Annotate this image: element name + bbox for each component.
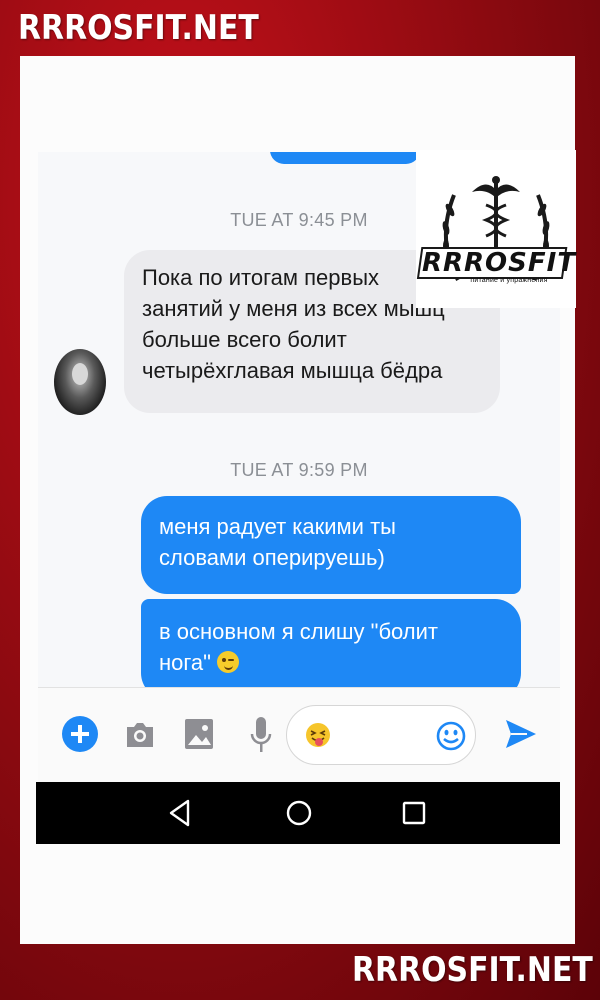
message-line: словами оперируешь) — [159, 545, 385, 570]
message-line: больше всего болит — [142, 327, 347, 352]
camera-icon[interactable] — [124, 721, 156, 754]
tongue-out-emoji[interactable] — [305, 722, 331, 748]
timestamp: TUE AT 9:59 PM — [230, 460, 368, 480]
outgoing-message[interactable]: меня радует какими ты словами оперируешь… — [141, 496, 521, 594]
winking-face-emoji — [216, 651, 239, 673]
android-nav-bar — [36, 782, 560, 844]
previous-message-bubble — [270, 152, 420, 164]
plus-icon[interactable] — [62, 716, 98, 752]
outgoing-message[interactable]: в основном я слишу "болит нога" — [141, 599, 521, 699]
message-input[interactable] — [286, 705, 476, 765]
back-icon[interactable] — [168, 799, 192, 832]
message-line: нога" — [159, 650, 211, 675]
message-line: четырёхглавая мышца бёдра — [142, 358, 443, 383]
smiley-icon[interactable] — [435, 720, 467, 757]
rrrosfit-logo: RRROSFIT питание и упражнения — [416, 150, 576, 308]
caduceus-emblem-icon — [416, 176, 568, 281]
logo-name: RRROSFIT — [422, 248, 577, 278]
image-icon[interactable] — [184, 718, 214, 755]
logo-tagline: питание и упражнения — [470, 277, 548, 284]
recents-icon[interactable] — [402, 801, 426, 830]
message-line: меня радует какими ты — [159, 514, 396, 539]
microphone-icon[interactable] — [250, 716, 272, 759]
avatar[interactable] — [54, 349, 106, 415]
home-icon[interactable] — [286, 800, 312, 831]
watermark-top: RRROSFIT.NET — [18, 8, 259, 48]
watermark-bottom: RRROSFIT.NET — [352, 950, 593, 990]
message-composer — [38, 687, 560, 782]
message-line: в основном я слишу "болит — [159, 619, 439, 644]
send-icon[interactable] — [504, 718, 538, 755]
